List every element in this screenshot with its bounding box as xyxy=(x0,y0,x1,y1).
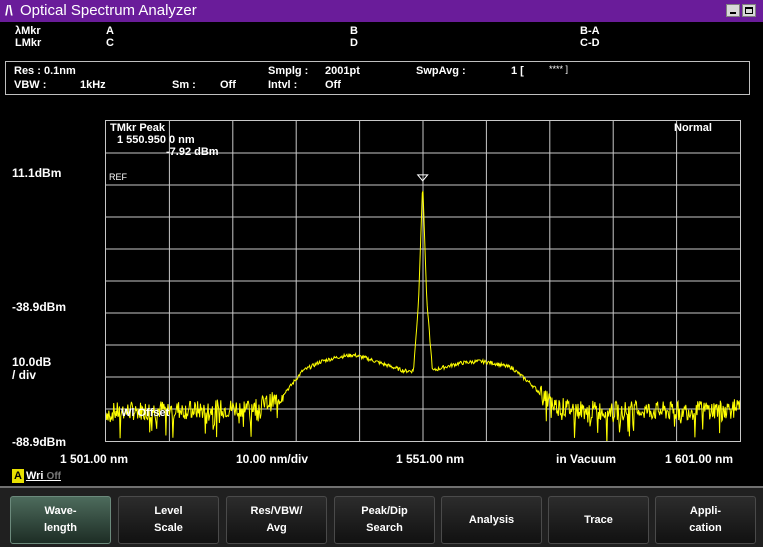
level-marker-label: LMkr xyxy=(15,37,42,49)
smoothing-value: Off xyxy=(220,79,236,91)
sweep-average-value: 1 [ xyxy=(511,65,524,77)
vbw-label: VBW : xyxy=(14,79,47,91)
wavelength-offset-label: Wl Offset xyxy=(121,407,170,419)
trace-mode-label: Normal xyxy=(674,122,712,134)
marker-c-d-label: C-D xyxy=(580,37,600,49)
settings-panel: Res : 0.1nm VBW : 1kHz Sm : Off Smplg : … xyxy=(5,61,750,95)
app-logo-icon: /\ xyxy=(5,2,13,18)
minimize-button[interactable] xyxy=(726,4,740,17)
title-bar: /\ Optical Spectrum Analyzer xyxy=(0,0,763,22)
interval-label: Intvl : xyxy=(268,79,298,91)
softkey-level-scale[interactable]: Level Scale xyxy=(118,496,219,544)
y-top-label: 11.1dBm xyxy=(12,166,62,180)
x-div-label: 10.00 nm/div xyxy=(236,452,309,466)
x-start-label: 1 501.00 nm xyxy=(60,452,129,466)
trace-marker-wavelength: 1 550.950 0 nm xyxy=(117,134,195,146)
marker-b-a-label: B-A xyxy=(580,25,600,37)
softkey-bar: Wave- length Level Scale Res/VBW/ Avg Pe… xyxy=(0,488,763,547)
y-mid-label: -38.9dBm xyxy=(12,300,67,314)
lambda-marker-label: λMkr xyxy=(15,25,41,37)
trace-write-label: Wri Off xyxy=(25,470,61,482)
trace-mode-indicator[interactable]: A Wri Off xyxy=(12,466,61,483)
reference-label: REF xyxy=(109,172,127,182)
trace-marker-header: TMkr Peak xyxy=(110,122,166,134)
vbw-value: 1kHz xyxy=(80,79,106,91)
x-stop-label: 1 601.00 nm xyxy=(665,452,734,466)
interval-value: Off xyxy=(325,79,341,91)
marker-d-label: D xyxy=(350,37,358,49)
sampling-label: Smplg : xyxy=(268,65,309,77)
marker-a-label: A xyxy=(106,25,114,37)
softkey-peak-dip-search[interactable]: Peak/Dip Search xyxy=(334,496,435,544)
trace-marker-level: -7.92 dBm xyxy=(166,146,219,158)
softkey-application[interactable]: Appli- cation xyxy=(655,496,756,544)
smoothing-label: Sm : xyxy=(172,79,196,91)
y-scale-unit-label: / div xyxy=(12,368,37,382)
marker-c-label: C xyxy=(106,37,114,49)
sampling-value: 2001pt xyxy=(325,65,360,77)
spectrum-plot[interactable]: TMkr Peak 1 550.950 0 nm -7.92 dBm Norma… xyxy=(105,120,741,442)
marker-b-label: B xyxy=(350,25,358,37)
x-medium-label: in Vacuum xyxy=(556,452,617,466)
maximize-button[interactable] xyxy=(742,4,756,17)
y-scale-label: 10.0dB xyxy=(12,355,52,369)
softkey-wavelength[interactable]: Wave- length xyxy=(10,496,111,544)
softkey-analysis[interactable]: Analysis xyxy=(441,496,542,544)
resolution-readout: Res : 0.1nm xyxy=(14,65,76,77)
softkey-trace[interactable]: Trace xyxy=(548,496,649,544)
window-title: Optical Spectrum Analyzer xyxy=(20,2,197,19)
softkey-res-vbw-avg[interactable]: Res/VBW/ Avg xyxy=(226,496,327,544)
sweep-average-count: **** ] xyxy=(549,64,569,74)
x-center-label: 1 551.00 nm xyxy=(396,452,465,466)
sweep-average-label: SwpAvg : xyxy=(416,65,466,77)
spectrum-plot-svg xyxy=(106,121,740,441)
y-bottom-label: -88.9dBm xyxy=(12,435,67,449)
trace-a-badge: A xyxy=(12,469,24,483)
